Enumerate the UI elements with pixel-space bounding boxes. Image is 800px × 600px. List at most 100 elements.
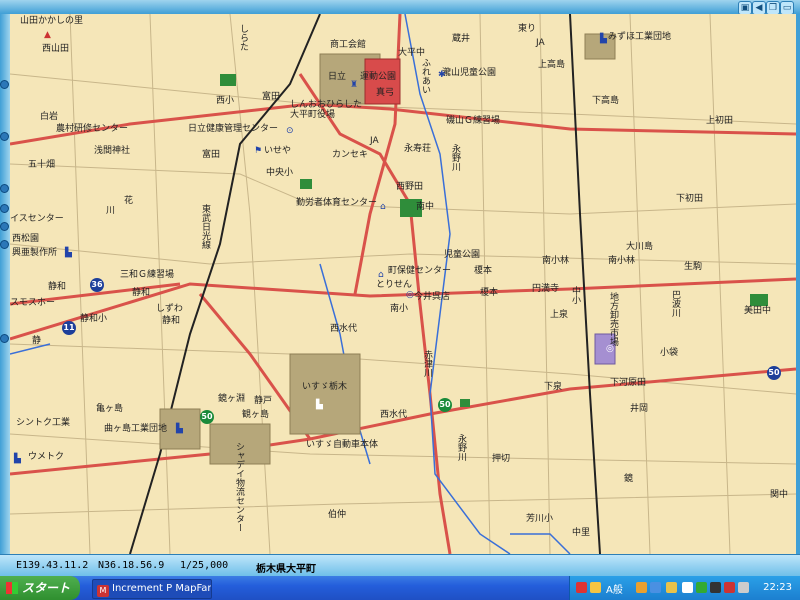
- window-control-3[interactable]: ❐: [766, 1, 780, 15]
- map-label: しらた: [238, 24, 248, 51]
- map-label: 静和: [132, 288, 151, 298]
- map-label: 大平中: [398, 48, 426, 58]
- scale-readout: 1/25,000: [180, 560, 229, 571]
- route-50-shield-east: 50: [767, 366, 781, 380]
- speaker-icon[interactable]: [738, 582, 749, 593]
- map-label: 日立健康管理センター: [188, 124, 279, 134]
- tray-icon[interactable]: [636, 582, 647, 593]
- map-label: 亀ヶ島: [96, 404, 124, 414]
- tray-icon[interactable]: [590, 582, 601, 593]
- map-label: 町保健センター: [388, 266, 452, 276]
- map-label: とりせん: [376, 280, 413, 290]
- map-label: 榎本: [474, 266, 493, 276]
- map-label: 下泉: [544, 382, 563, 392]
- map-label: 勤労者体育センター: [296, 198, 378, 208]
- tray-icon[interactable]: [710, 582, 721, 593]
- left-toolbar: [0, 14, 10, 554]
- map-label: しずわ: [156, 304, 183, 314]
- map-label: いせや: [264, 146, 292, 156]
- clock: 22:23: [763, 582, 792, 593]
- nav-dot-icon[interactable]: [0, 184, 9, 193]
- map-label: 下初田: [676, 194, 704, 204]
- map-label: ウメトク: [28, 452, 65, 462]
- map-label: 今井呉店: [414, 292, 451, 302]
- route-50-shield-mid: 50: [438, 398, 452, 412]
- map-label: 永野川: [456, 434, 466, 461]
- windows-flag-icon: [6, 582, 18, 594]
- map-label: 蔵井: [452, 34, 471, 44]
- tray-icon[interactable]: [682, 582, 693, 593]
- map-label: いすゞ栃木: [302, 382, 348, 392]
- factory-icon: ▙: [600, 34, 607, 44]
- right-frame: [796, 14, 800, 554]
- taskbar-item-mapfan[interactable]: MIncrement P MapFan...: [92, 579, 212, 599]
- map-label: 西水代: [330, 324, 358, 334]
- nav-dot-icon[interactable]: [0, 132, 9, 141]
- window-control-1[interactable]: ▣: [738, 1, 752, 15]
- map-label: カンセキ: [332, 150, 369, 160]
- nav-dot-icon[interactable]: [0, 240, 9, 249]
- map-label: 三和Ｇ練習場: [120, 270, 175, 280]
- map-label: シャデイ物流センター: [234, 442, 244, 532]
- facility-area-isuzu: [289, 353, 361, 435]
- map-label: 生駒: [684, 262, 703, 272]
- map-label: 静: [32, 336, 42, 346]
- map-label: 農村研修センター: [56, 124, 129, 134]
- map-label: 南小林: [542, 256, 570, 266]
- tray-icon[interactable]: [666, 582, 677, 593]
- map-label: 美田中: [744, 306, 772, 316]
- map-label: 静和小: [80, 314, 108, 324]
- tray-icon[interactable]: [650, 582, 661, 593]
- map-label: 西山田: [42, 44, 70, 54]
- map-label: 南小林: [608, 256, 636, 266]
- map-label: 真弓: [376, 88, 395, 98]
- route-11-shield: 11: [62, 321, 76, 335]
- map-label: シントク工業: [16, 418, 71, 428]
- map-label: 日立: [328, 72, 347, 82]
- map-label: 上高島: [538, 60, 566, 70]
- map-label: 永寿荘: [404, 144, 432, 154]
- map-label: 大川島: [626, 242, 654, 252]
- tray-icon[interactable]: [576, 582, 587, 593]
- ime-indicator[interactable]: A般: [606, 581, 623, 596]
- map-label: みずほ工業団地: [608, 32, 672, 42]
- map-label: 児童公園: [444, 250, 481, 260]
- latitude-readout: N36.18.56.9: [98, 560, 165, 571]
- map-label: 静戸: [254, 396, 273, 406]
- nav-dot-icon[interactable]: [0, 204, 9, 213]
- park-icon: [220, 74, 236, 86]
- store-icon: ◎: [406, 290, 414, 300]
- map-label: 西野田: [396, 182, 424, 192]
- nav-dot-icon[interactable]: [0, 334, 9, 343]
- park-marker-icon: ✱: [438, 70, 446, 80]
- start-button[interactable]: スタート: [0, 576, 80, 600]
- route-36-shield: 36: [90, 278, 104, 292]
- map-label: 関中: [770, 490, 789, 500]
- map-label: 西水代: [380, 410, 408, 420]
- tray-icon[interactable]: [696, 582, 707, 593]
- map-view[interactable]: 36 11 50 50 50 山田かかしの里 西山田 しらた 商工会館 大平中 …: [10, 14, 796, 554]
- start-label: スタート: [22, 581, 71, 595]
- map-label: 伯仲: [328, 510, 347, 520]
- map-label: 富田: [202, 150, 221, 160]
- nav-dot-icon[interactable]: [0, 222, 9, 231]
- status-bar: E139.43.11.2 N36.18.56.9 1/25,000 栃木県大平町: [0, 554, 800, 577]
- map-label: 白岩: [40, 112, 59, 122]
- park-icon: [460, 399, 470, 407]
- task-label: Increment P MapFan...: [112, 583, 211, 594]
- window-control-2[interactable]: ◀: [752, 1, 766, 15]
- map-label: 上泉: [550, 310, 569, 320]
- park-icon: [300, 179, 312, 189]
- map-label: しんおおひらした: [290, 100, 363, 110]
- factory-icon: ▙: [14, 454, 21, 464]
- map-label: 花: [124, 196, 134, 206]
- window-control-4[interactable]: ▭: [780, 1, 794, 15]
- office-icon: ⊙: [286, 126, 294, 136]
- map-label: 中小: [570, 286, 580, 304]
- tray-icon[interactable]: [724, 582, 735, 593]
- zoom-handle-icon[interactable]: [0, 80, 9, 89]
- map-label: 上初田: [706, 116, 734, 126]
- map-label: 磯山Ｇ練習場: [446, 116, 501, 126]
- map-label: 商工会館: [330, 40, 367, 50]
- map-label: 運動公園: [360, 72, 397, 82]
